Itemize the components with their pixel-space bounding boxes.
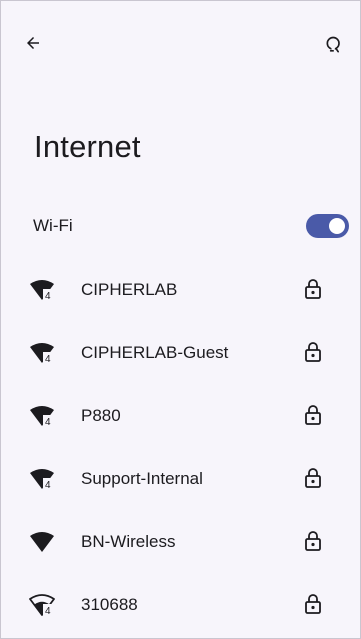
network-item-cipherlab-guest[interactable]: 4 CIPHERLAB-Guest: [1, 326, 360, 389]
help-feedback-icon: [326, 36, 340, 53]
network-item-p880[interactable]: 4 P880: [1, 389, 360, 452]
back-button[interactable]: [19, 29, 47, 57]
svg-text:4: 4: [45, 354, 51, 364]
arrow-back-icon: [27, 37, 39, 49]
svg-text:4: 4: [45, 291, 51, 301]
top-app-bar: [1, 1, 360, 65]
svg-text:4: 4: [45, 417, 51, 427]
network-item-bn-wireless[interactable]: BN-Wireless: [1, 515, 360, 578]
network-item-310688[interactable]: 4 310688: [1, 578, 360, 638]
lock-icon: [305, 279, 321, 299]
toggle-knob: [329, 218, 345, 234]
wifi-4-full-icon: 4: [30, 469, 54, 490]
lock-icon: [305, 531, 321, 551]
page-title: Internet: [34, 129, 141, 164]
wifi-4-full-icon: 4: [30, 280, 54, 301]
network-list: 4 CIPHERLAB 4 CIPHERLAB-Guest 4 P880 4 S…: [1, 263, 360, 638]
wifi-label: Wi-Fi: [33, 216, 73, 235]
wifi-toggle-switch[interactable]: [306, 214, 349, 238]
svg-text:4: 4: [45, 480, 51, 490]
network-name: P880: [81, 406, 121, 425]
network-name: 310688: [81, 595, 138, 614]
svg-text:4: 4: [45, 606, 51, 616]
help-feedback-button[interactable]: [320, 31, 348, 59]
lock-icon: [305, 405, 321, 425]
network-item-support-internal[interactable]: 4 Support-Internal: [1, 452, 360, 515]
wifi-4-partial-icon: 4: [29, 594, 55, 616]
lock-icon: [305, 468, 321, 488]
wifi-toggle-row[interactable]: Wi-Fi: [1, 203, 360, 249]
wifi-4-full-icon: 4: [30, 406, 54, 427]
wifi-full-icon: [30, 532, 54, 552]
network-name: BN-Wireless: [81, 532, 176, 551]
network-name: CIPHERLAB: [81, 280, 178, 299]
lock-icon: [305, 594, 321, 614]
internet-settings-screen: Internet Wi-Fi 4 CIPHERLAB 4 CIPHERLAB-G…: [0, 0, 361, 639]
wifi-4-full-icon: 4: [30, 343, 54, 364]
network-name: CIPHERLAB-Guest: [81, 343, 229, 362]
network-name: Support-Internal: [81, 469, 203, 488]
network-item-cipherlab[interactable]: 4 CIPHERLAB: [1, 263, 360, 326]
lock-icon: [305, 342, 321, 362]
